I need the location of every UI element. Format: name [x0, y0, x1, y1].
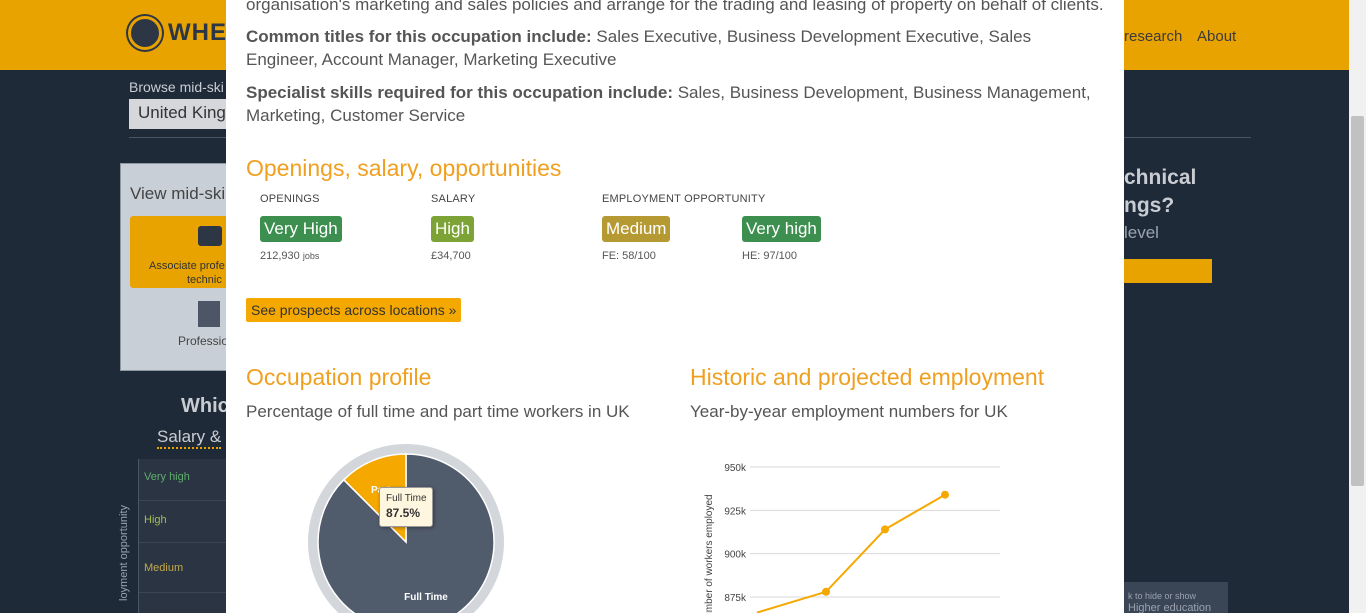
he-score: HE: 97/100: [742, 250, 798, 262]
y-tick-label: 950k: [724, 463, 747, 474]
opportunity-grid: Very high High Medium: [138, 459, 229, 613]
salary-tab[interactable]: Salary &: [157, 427, 222, 449]
employment-title: Historic and projected employment: [690, 364, 1045, 390]
pie-label-full-time: Full Time: [404, 592, 448, 603]
page-scrollbar[interactable]: [1349, 0, 1366, 613]
he-opportunity-badge: Very high: [742, 216, 821, 242]
nav-about[interactable]: About: [1197, 28, 1236, 45]
which-heading: Whic: [181, 395, 229, 417]
panel-title: View mid-ski: [130, 184, 226, 203]
right-panel-bar: [1124, 259, 1212, 283]
browse-label: Browse mid-ski: [129, 79, 224, 95]
see-prospects-button[interactable]: See prospects across locations »: [246, 298, 462, 322]
card-label: Associate profe technic: [149, 260, 225, 286]
scrollbar-thumb[interactable]: [1351, 116, 1364, 486]
common-titles: Common titles for this occupation includ…: [246, 25, 1106, 71]
tooltip-value: 87.5%: [386, 506, 421, 520]
employment-subtitle: Year-by-year employment numbers for UK: [690, 402, 1008, 421]
openings-count: 212,930 jobs: [260, 250, 320, 262]
briefcase-icon: [198, 226, 222, 246]
occupation-modal: organisation's marketing and sales polic…: [226, 0, 1124, 613]
grid-row-high: High: [139, 501, 229, 543]
professional-label[interactable]: Professio: [178, 334, 228, 348]
nav-research[interactable]: research: [1124, 28, 1182, 45]
employment-line-chart: Number of workers employed 950k 925k 900k 8…: [704, 463, 1000, 613]
education-toggle[interactable]: k to hide or show Higher education: [1124, 582, 1228, 613]
fe-opportunity-badge: Medium: [602, 216, 671, 242]
common-titles-label: Common titles for this occupation includ…: [246, 27, 592, 46]
y-tick-label: 925k: [724, 506, 747, 517]
associate-professional-card[interactable]: Associate profe technic: [130, 216, 240, 288]
employment-opportunity-axis-label: loyment opportunity: [118, 505, 130, 601]
specialist-skills-label: Specialist skills required for this occu…: [246, 83, 673, 102]
y-tick-label: 875k: [724, 593, 747, 604]
salary-header: SALARY: [431, 193, 476, 205]
occupation-description: organisation's marketing and sales polic…: [246, 0, 1104, 14]
salary-value: £34,700: [431, 250, 471, 262]
grid-row-medium: Medium: [139, 543, 229, 593]
occupation-group-panel: View mid-ski Associate profe technic Prof…: [120, 163, 240, 371]
tie-icon[interactable]: [198, 301, 220, 327]
employment-opportunity-header: EMPLOYMENT OPPORTUNITY: [602, 193, 766, 205]
specialist-skills: Specialist skills required for this occu…: [246, 81, 1106, 127]
grid-row-very-high: Very high: [139, 459, 229, 501]
openings-badge: Very High: [260, 216, 342, 242]
fe-score: FE: 58/100: [602, 250, 656, 262]
occupation-profile-title: Occupation profile: [246, 364, 432, 390]
openings-header: OPENINGS: [260, 193, 320, 205]
data-point[interactable]: [881, 525, 889, 534]
salary-badge: High: [431, 216, 474, 242]
data-point[interactable]: [941, 490, 949, 499]
right-panel-title: chnical ngs?: [1124, 166, 1197, 217]
pie-tooltip: Full Time 87.5%: [379, 487, 433, 527]
y-axis-label: Number of workers employed: [704, 494, 715, 613]
compass-icon: [128, 16, 162, 50]
openings-section-title: Openings, salary, opportunities: [246, 155, 562, 181]
y-tick-label: 900k: [724, 550, 747, 561]
tooltip-label: Full Time: [386, 493, 427, 504]
data-point[interactable]: [822, 587, 830, 596]
right-panel-level: level: [1124, 223, 1159, 242]
occupation-profile-subtitle: Percentage of full time and part time wo…: [246, 402, 630, 421]
